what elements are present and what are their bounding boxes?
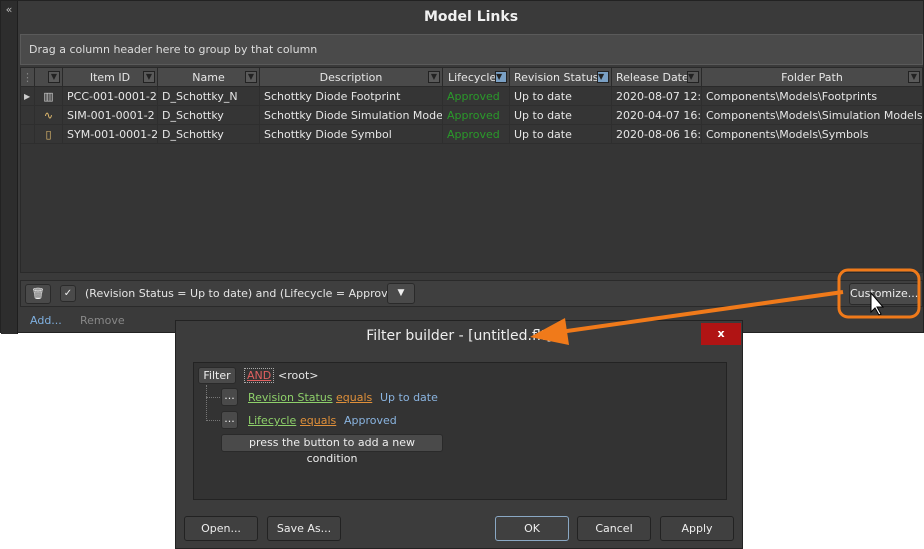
annotation-overlay	[530, 268, 921, 345]
mouse-cursor-icon	[870, 291, 885, 316]
arrow-head	[530, 318, 569, 345]
arrow-line	[559, 290, 844, 334]
